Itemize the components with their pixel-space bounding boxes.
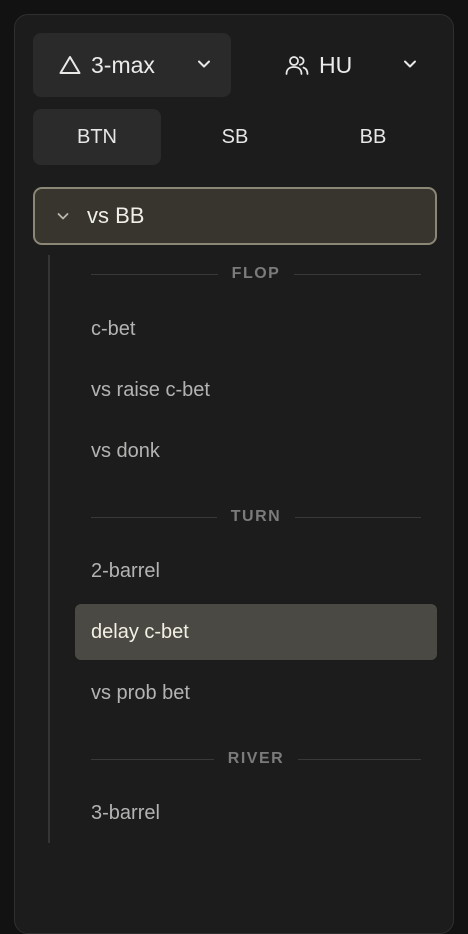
chevron-down-icon	[198, 60, 210, 68]
menu-item-delay-c-bet[interactable]: delay c-bet	[75, 604, 437, 660]
group-vs-bb-header[interactable]: vs BB	[33, 187, 437, 245]
tab-btn[interactable]: BTN	[33, 109, 161, 165]
section-title: RIVER	[227, 750, 285, 767]
triangle-icon	[59, 56, 81, 74]
menu-item-c-bet[interactable]: c-bet	[75, 301, 437, 357]
section-divider-flop: FLOP	[91, 264, 422, 284]
divider-rule	[294, 273, 422, 275]
players-label: HU	[319, 51, 353, 78]
tab-sb[interactable]: SB	[171, 109, 299, 165]
sidebar-panel: 3-max HU BTN SB BB vs BB FLOP c-bet vs r…	[14, 14, 454, 934]
divider-rule	[91, 516, 217, 518]
tree-guide-line	[48, 255, 50, 843]
menu-item-vs-prob-bet[interactable]: vs prob bet	[75, 665, 437, 721]
group-label: vs BB	[87, 203, 145, 228]
menu-item-2-barrel[interactable]: 2-barrel	[75, 543, 437, 599]
tab-bb[interactable]: BB	[309, 109, 437, 165]
users-icon	[285, 56, 309, 75]
chevron-down-icon	[57, 213, 69, 220]
players-select[interactable]: HU	[251, 33, 437, 97]
section-title: FLOP	[231, 265, 281, 282]
table-size-label: 3-max	[91, 51, 155, 78]
menu-item-vs-raise-c-bet[interactable]: vs raise c-bet	[75, 362, 437, 418]
section-divider-turn: TURN	[91, 507, 421, 527]
chevron-down-icon	[404, 60, 416, 68]
position-tabs: BTN SB BB	[33, 109, 437, 165]
menu-item-vs-donk[interactable]: vs donk	[75, 423, 437, 479]
selector-row: 3-max HU	[33, 33, 437, 97]
menu-item-3-barrel[interactable]: 3-barrel	[75, 785, 437, 841]
divider-rule	[91, 758, 214, 760]
section-divider-river: RIVER	[91, 749, 421, 769]
divider-rule	[91, 273, 218, 275]
table-size-select[interactable]: 3-max	[33, 33, 231, 97]
divider-rule	[295, 516, 421, 518]
section-title: TURN	[230, 508, 282, 525]
divider-rule	[298, 758, 421, 760]
